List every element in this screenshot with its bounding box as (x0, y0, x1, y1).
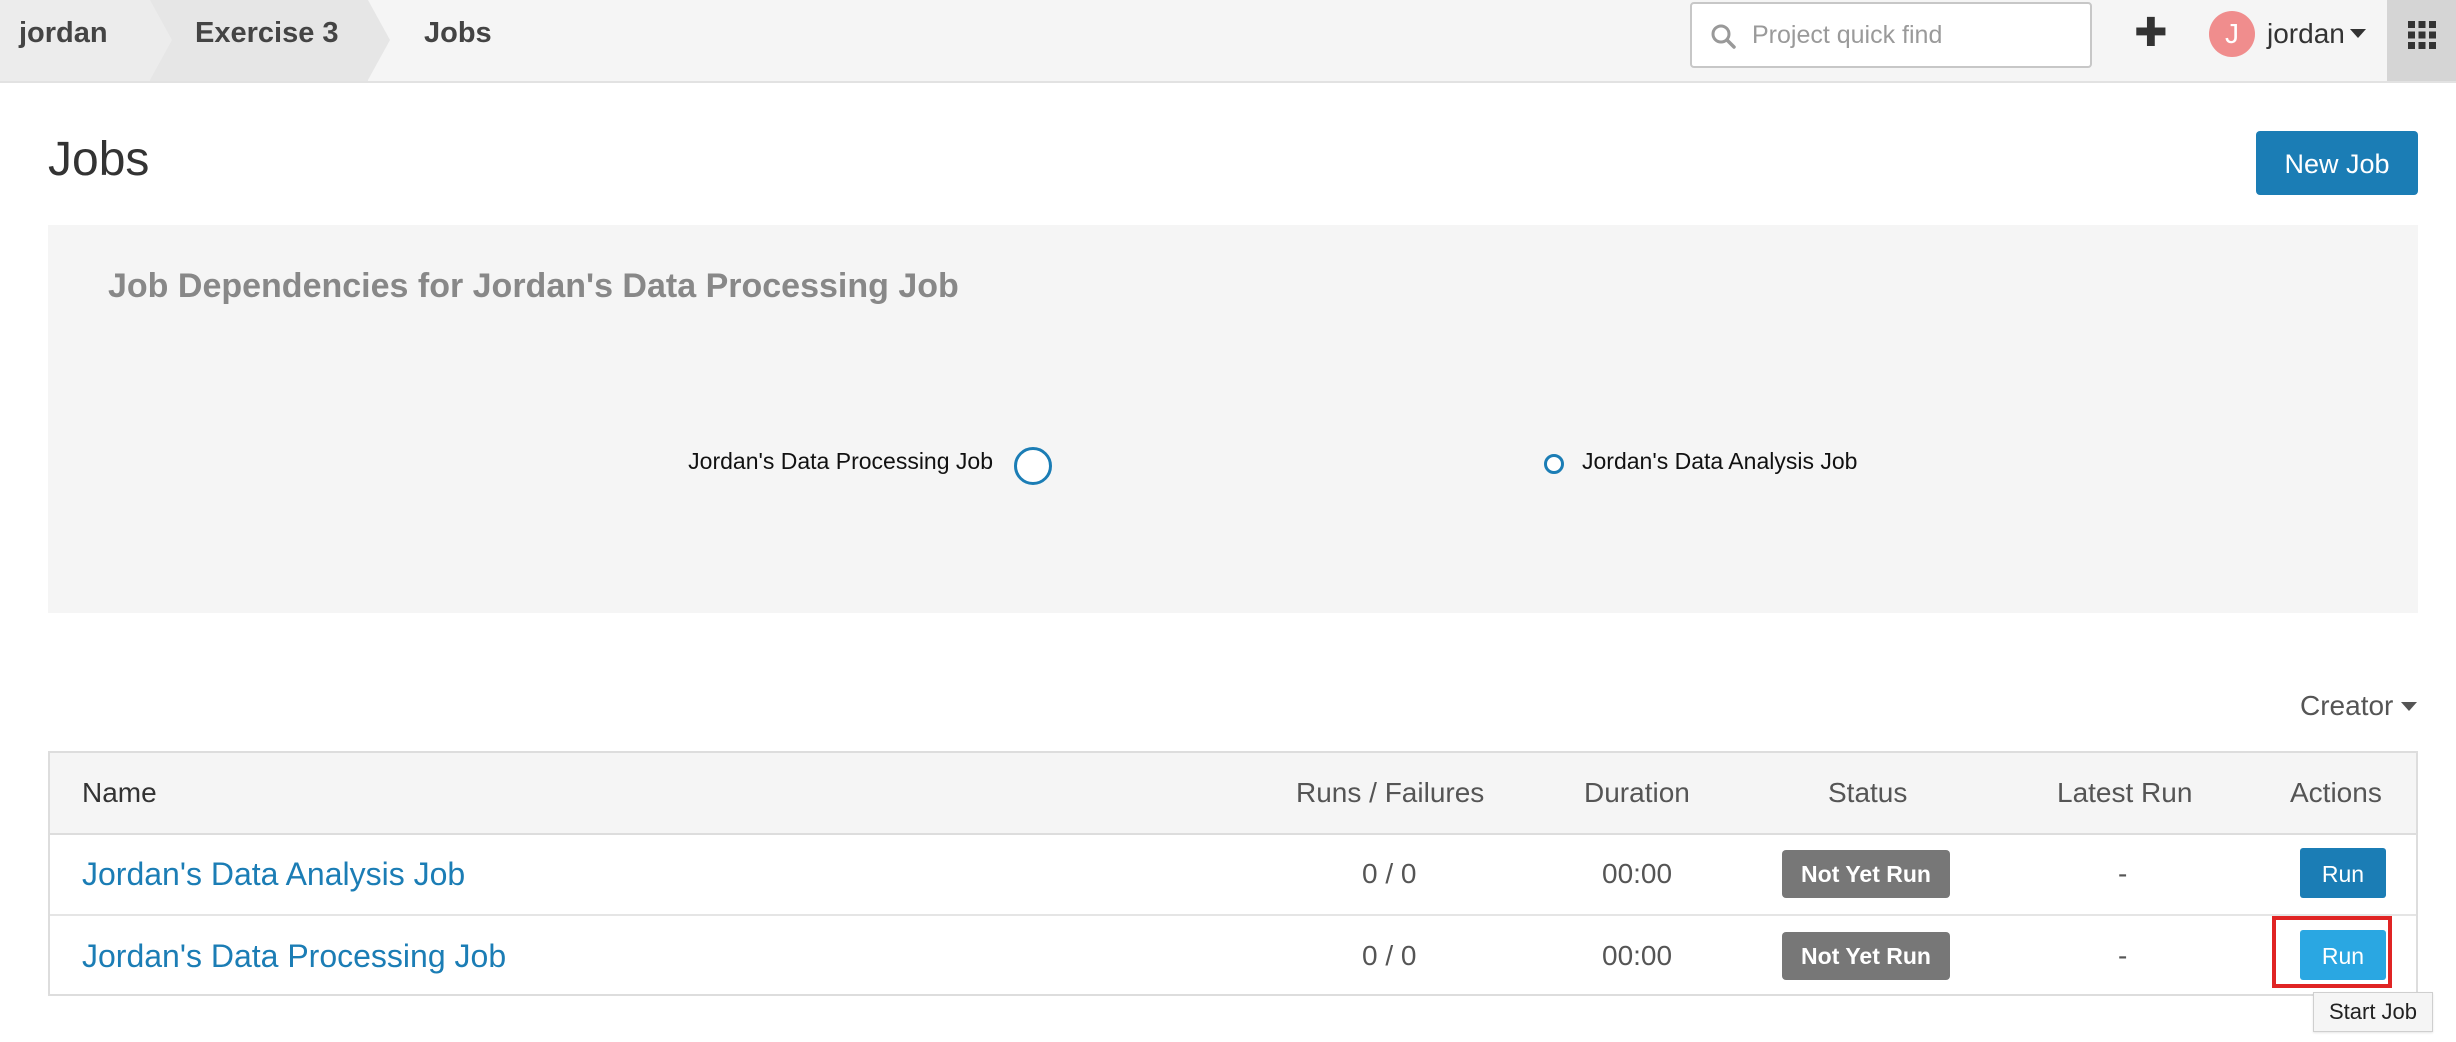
status-badge: Not Yet Run (1782, 850, 1950, 898)
apps-menu-button[interactable] (2387, 0, 2456, 81)
duration-value: 00:00 (1602, 858, 1673, 889)
user-menu[interactable]: jordan (2267, 0, 2345, 67)
page-title: Jobs (48, 133, 150, 186)
column-header-name[interactable]: Name (82, 753, 157, 833)
dependency-node-label: Jordan's Data Analysis Job (1582, 448, 1858, 474)
new-job-button[interactable]: New Job (2256, 131, 2418, 195)
column-header-latest-run[interactable]: Latest Run (2057, 753, 2192, 833)
column-header-status[interactable]: Status (1828, 753, 1907, 833)
dependency-node[interactable] (1544, 454, 1564, 474)
search-placeholder: Project quick find (1752, 21, 1943, 49)
jobs-table: Name Runs / Failures Duration Status Lat… (48, 751, 2418, 996)
job-name-link[interactable]: Jordan's Data Analysis Job (82, 834, 465, 914)
table-row: Jordan's Data Analysis Job 0 / 0 00:00 N… (50, 834, 2416, 916)
highlight-box (2272, 916, 2392, 988)
creator-filter-label: Creator (2300, 690, 2394, 721)
status-badge: Not Yet Run (1782, 932, 1950, 980)
column-header-actions: Actions (2290, 777, 2382, 808)
job-dependencies-panel: Job Dependencies for Jordan's Data Proce… (48, 225, 2418, 613)
breadcrumb-current-page: Jobs (424, 17, 492, 49)
table-row: Jordan's Data Processing Job 0 / 0 00:00… (50, 916, 2416, 996)
dependency-node-label: Jordan's Data Processing Job (688, 448, 993, 474)
latest-run-value: - (2118, 940, 2128, 971)
breadcrumb-project[interactable]: Exercise 3 (195, 0, 339, 81)
runs-failures-value: 0 / 0 (1362, 940, 1417, 971)
run-job-button[interactable]: Run (2300, 848, 2386, 898)
chevron-down-icon[interactable] (2401, 702, 2417, 711)
job-name-link[interactable]: Jordan's Data Processing Job (82, 916, 506, 996)
breadcrumb-separator (150, 0, 172, 80)
tooltip: Start Job (2313, 992, 2433, 1032)
add-icon[interactable]: ✚ (2134, 8, 2168, 58)
search-icon (1711, 24, 1736, 49)
search-input[interactable]: Project quick find (1690, 2, 2092, 68)
duration-value: 00:00 (1602, 940, 1673, 971)
dependency-node[interactable] (1014, 447, 1052, 485)
column-header-runs-failures[interactable]: Runs / Failures (1296, 753, 1484, 833)
breadcrumb-user[interactable]: jordan (19, 0, 108, 81)
latest-run-value: - (2118, 858, 2128, 889)
table-header: Name Runs / Failures Duration Status Lat… (50, 753, 2416, 835)
dependencies-title: Job Dependencies for Jordan's Data Proce… (108, 267, 959, 305)
top-navigation-bar: jordan Exercise 3 Jobs Project quick fin… (0, 0, 2456, 83)
creator-filter-dropdown[interactable]: Creator (2300, 688, 2393, 724)
breadcrumb-separator (368, 0, 390, 80)
column-header-duration[interactable]: Duration (1584, 753, 1690, 833)
runs-failures-value: 0 / 0 (1362, 858, 1417, 889)
avatar[interactable]: J (2209, 11, 2255, 57)
grid-icon (2408, 21, 2436, 49)
chevron-down-icon[interactable] (2350, 29, 2366, 38)
